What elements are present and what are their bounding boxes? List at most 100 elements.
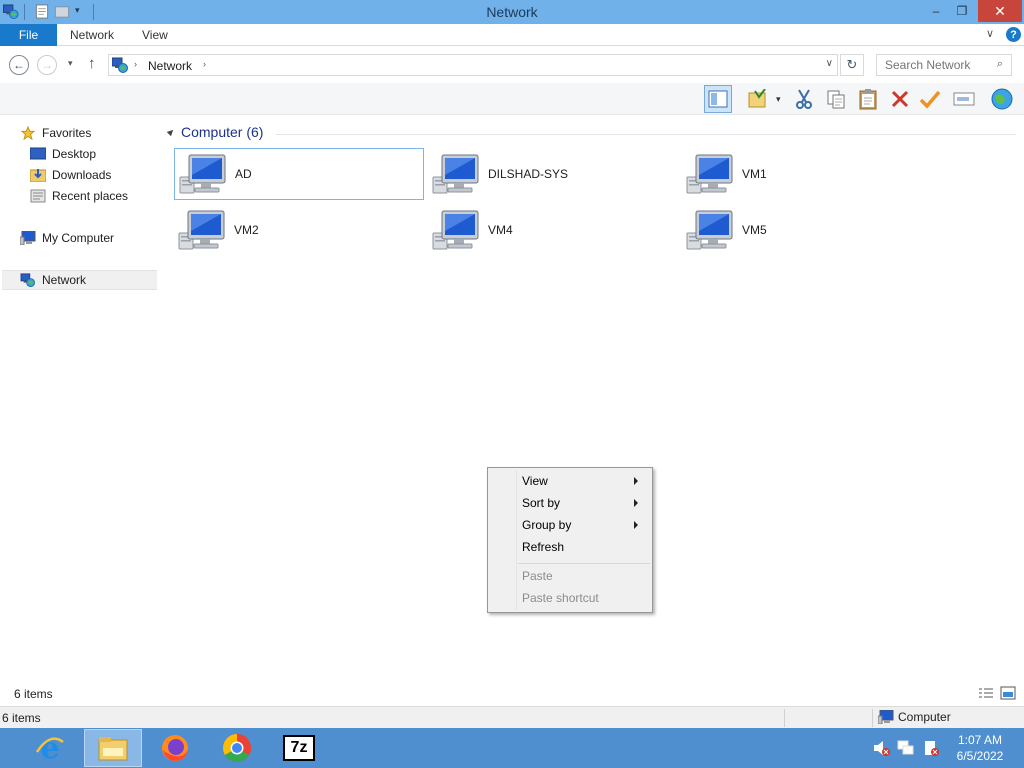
zone-indicator: Computer — [878, 710, 951, 724]
group-header-label: Computer (6) — [181, 124, 264, 140]
expand-ribbon-icon[interactable]: ∨ — [986, 27, 994, 40]
nav-desktop[interactable]: Desktop — [30, 144, 96, 164]
computer-item-vm5[interactable]: VM5 — [682, 204, 932, 256]
clock[interactable]: 1:07 AM 6/5/2022 — [950, 732, 1010, 764]
status-divider — [872, 709, 873, 727]
maximize-button[interactable]: ❐ — [950, 0, 974, 22]
up-button[interactable]: ↑ — [88, 55, 96, 72]
network-status-icon[interactable] — [897, 739, 915, 757]
paste-button[interactable] — [854, 85, 882, 113]
action-center-icon[interactable] — [922, 739, 940, 757]
computer-name: DILSHAD-SYS — [488, 167, 569, 181]
nav-favorites[interactable]: Favorites — [20, 123, 91, 143]
menu-item-refresh[interactable]: Refresh — [490, 536, 650, 558]
nav-network-label: Network — [42, 273, 87, 287]
close-button[interactable]: ✕ — [978, 0, 1022, 22]
star-icon — [20, 126, 36, 140]
computer-icon — [178, 209, 226, 251]
volume-muted-icon[interactable] — [872, 739, 890, 757]
clock-time: 1:07 AM — [957, 733, 1003, 747]
properties-icon — [748, 89, 766, 108]
nav-network[interactable]: Network — [2, 270, 157, 290]
network-globe-icon — [991, 88, 1013, 110]
delete-button[interactable] — [886, 85, 914, 113]
minimize-button[interactable]: – — [924, 0, 948, 22]
menu-item-group-by[interactable]: Group by — [490, 514, 650, 536]
svg-text:e: e — [40, 732, 59, 764]
submenu-arrow-icon — [634, 521, 638, 529]
properties-button[interactable] — [744, 85, 772, 113]
details-bar: 6 items Computer — [0, 706, 1024, 728]
taskbar-file-explorer[interactable] — [84, 729, 142, 767]
menu-item-paste-shortcut[interactable]: Paste shortcut — [490, 587, 650, 609]
nav-my-computer[interactable]: My Computer — [20, 228, 114, 248]
tab-view[interactable]: View — [142, 28, 168, 42]
address-bar[interactable]: › Network › ∨ — [108, 54, 838, 76]
computer-icon — [878, 710, 894, 724]
address-dropdown-icon[interactable]: ∨ — [826, 58, 833, 69]
computer-icon — [179, 153, 227, 195]
computer-item-vm1[interactable]: VM1 — [682, 148, 932, 200]
chevron-right-icon[interactable]: › — [203, 59, 206, 69]
properties-dropdown-icon[interactable]: ▾ — [776, 94, 781, 105]
back-button[interactable]: ← — [9, 55, 29, 75]
computer-icon — [432, 209, 480, 251]
network-globe-button[interactable] — [988, 85, 1016, 113]
taskbar-internet-explorer[interactable]: e — [21, 729, 79, 767]
navigation-pane: Favorites Desktop Downloads Recent place… — [0, 116, 158, 676]
details-view-icon[interactable] — [978, 687, 994, 701]
recent-locations-icon[interactable]: ▾ — [68, 58, 73, 69]
firefox-icon — [162, 735, 188, 761]
computer-item-vm2[interactable]: VM2 — [174, 204, 424, 256]
search-box[interactable]: ⌕ — [876, 54, 1012, 76]
zone-label: Computer — [898, 710, 951, 724]
submenu-arrow-icon — [634, 499, 638, 507]
taskbar-firefox[interactable] — [146, 729, 204, 767]
check-button[interactable] — [916, 85, 944, 113]
cut-icon — [796, 89, 812, 109]
taskbar-chrome[interactable] — [208, 729, 266, 767]
computer-item-vm4[interactable]: VM4 — [428, 204, 678, 256]
nav-my-computer-label: My Computer — [42, 231, 115, 245]
chevron-right-icon[interactable]: › — [134, 59, 137, 69]
desktop-icon — [30, 147, 46, 160]
clock-date: 6/5/2022 — [956, 749, 1004, 763]
group-divider — [276, 134, 1016, 135]
rename-button[interactable] — [950, 85, 978, 113]
refresh-button[interactable]: ↻ — [840, 54, 864, 76]
search-input[interactable] — [877, 55, 987, 75]
preview-pane-button[interactable] — [704, 85, 732, 113]
large-icons-view-icon[interactable] — [1000, 686, 1016, 700]
recent-places-icon — [30, 189, 46, 203]
menu-item-label: Group by — [522, 518, 572, 532]
nav-downloads[interactable]: Downloads — [30, 165, 111, 185]
computer-name: VM2 — [234, 223, 259, 237]
computer-icon — [432, 153, 480, 195]
menu-item-label: Sort by — [522, 496, 561, 510]
group-header[interactable]: Computer (6) — [166, 124, 264, 140]
taskbar-7zip[interactable]: 7z — [270, 729, 328, 767]
downloads-icon — [30, 169, 46, 182]
menu-item-paste[interactable]: Paste — [490, 565, 650, 587]
cut-button[interactable] — [790, 85, 818, 113]
menu-item-sort-by[interactable]: Sort by — [490, 492, 650, 514]
search-icon[interactable]: ⌕ — [997, 58, 1003, 71]
computer-icon — [20, 231, 36, 245]
help-icon[interactable]: ? — [1006, 27, 1021, 42]
7zip-icon: 7z — [283, 735, 315, 761]
tab-file[interactable]: File — [0, 24, 57, 46]
nav-recent-places[interactable]: Recent places — [30, 186, 128, 206]
copy-button[interactable] — [822, 85, 850, 113]
chrome-icon — [223, 734, 251, 762]
item-count: 6 items — [14, 687, 53, 701]
forward-button[interactable]: → — [37, 55, 57, 75]
menu-item-view[interactable]: View — [490, 470, 650, 492]
computer-item-dilshad-sys[interactable]: DILSHAD-SYS — [428, 148, 678, 200]
collapse-icon[interactable] — [166, 127, 176, 137]
tab-network[interactable]: Network — [70, 28, 114, 42]
rename-icon — [953, 92, 975, 106]
computer-name: VM1 — [742, 167, 767, 181]
check-icon — [919, 90, 941, 109]
computer-item-ad[interactable]: AD — [174, 148, 424, 200]
breadcrumb-network[interactable]: Network — [148, 59, 192, 73]
